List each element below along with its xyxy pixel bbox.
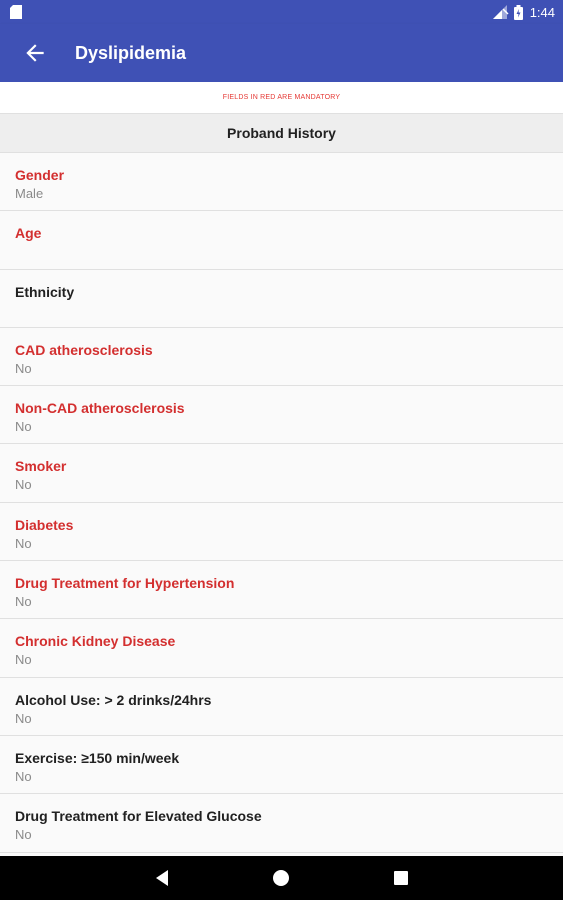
- field-label: Chronic Kidney Disease: [15, 633, 176, 650]
- field-label: Drug Treatment for Hypertension: [15, 575, 235, 592]
- field-list: Gender Male Age Ethnicity CAD atherosclerosi…: [0, 153, 563, 853]
- field-value: [15, 244, 548, 260]
- navigation-bar: [0, 856, 563, 900]
- arrow-back-icon[interactable]: [22, 40, 48, 66]
- list-item[interactable]: Gender Male: [0, 153, 563, 212]
- field-value: No: [15, 594, 32, 610]
- field-label: Gender: [15, 167, 65, 183]
- field-label: Ethnicity: [15, 283, 75, 300]
- field-value: No: [15, 827, 32, 843]
- status-time: 1:44: [529, 4, 555, 20]
- field-label: Age: [15, 225, 42, 242]
- page-title: Dyslipidemia: [75, 43, 187, 63]
- field-label: Alcohol Use: > 2 drinks/24hrs: [15, 691, 212, 708]
- list-item[interactable]: Exercise: ≥150 min/week No: [0, 735, 563, 795]
- field-label: CAD atherosclerosis: [15, 341, 153, 358]
- list-item[interactable]: Smoker No: [0, 444, 563, 503]
- list-item[interactable]: Alcohol Use: > 2 drinks/24hrs No: [0, 677, 563, 736]
- field-value: No: [15, 652, 32, 668]
- signal-icon: [492, 5, 509, 19]
- field-label: Exercise: ≥150 min/week: [15, 749, 180, 766]
- field-value: No: [15, 535, 32, 551]
- list-item[interactable]: Diabetes No: [0, 502, 563, 562]
- status-icons: 1:44: [492, 3, 555, 21]
- field-label: Non-CAD atherosclerosis: [15, 400, 185, 417]
- battery-icon: [513, 4, 523, 20]
- home-circle-icon[interactable]: [271, 868, 291, 888]
- list-item[interactable]: Drug Treatment for Elevated Glucose No: [0, 794, 563, 853]
- field-value: No: [15, 477, 32, 493]
- list-item[interactable]: Non-CAD atherosclerosis No: [0, 386, 563, 445]
- list-item[interactable]: Chronic Kidney Disease No: [0, 619, 563, 678]
- mandatory-notice: FIELDS IN RED ARE MANDATORY: [0, 82, 563, 113]
- field-value: Male: [15, 186, 44, 201]
- list-item[interactable]: CAD atherosclerosis No: [0, 327, 563, 387]
- field-label: Smoker: [15, 458, 67, 475]
- back-triangle-icon[interactable]: [152, 868, 172, 888]
- list-item[interactable]: Ethnicity: [0, 269, 563, 328]
- field-label: Diabetes: [15, 516, 74, 533]
- list-item[interactable]: Drug Treatment for Hypertension No: [0, 561, 563, 620]
- recents-square-icon[interactable]: [391, 868, 411, 888]
- sd-card-icon: [10, 5, 22, 19]
- field-value: No: [15, 710, 32, 726]
- field-value: No: [15, 768, 32, 784]
- list-item[interactable]: Age: [0, 211, 563, 270]
- app-bar: Dyslipidemia: [0, 24, 563, 82]
- section-header: Proband History: [0, 113, 563, 153]
- field-value: [15, 303, 548, 319]
- status-bar: 1:44: [0, 0, 563, 24]
- field-label: Drug Treatment for Elevated Glucose: [15, 808, 262, 825]
- field-value: No: [15, 360, 32, 376]
- field-value: No: [15, 419, 32, 435]
